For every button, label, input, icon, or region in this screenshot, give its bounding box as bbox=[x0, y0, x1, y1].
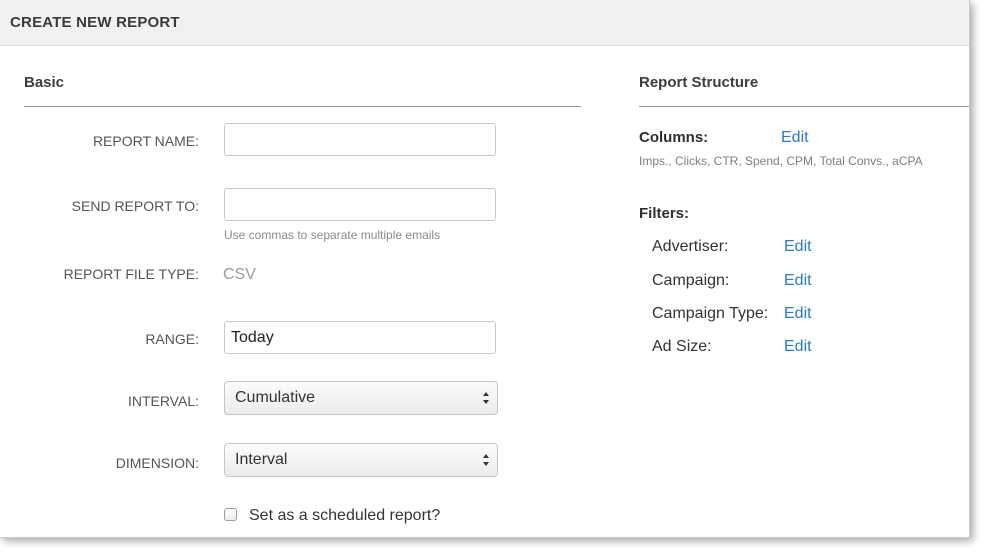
scheduled-report-label[interactable]: Set as a scheduled report? bbox=[249, 507, 440, 525]
filter-ad-size-edit-link[interactable]: Edit bbox=[784, 338, 812, 356]
send-report-to-input[interactable] bbox=[224, 188, 496, 221]
interval-select[interactable]: Cumulative bbox=[224, 381, 498, 415]
send-report-to-hint: Use commas to separate multiple emails bbox=[224, 228, 441, 242]
columns-edit-link[interactable]: Edit bbox=[781, 129, 809, 147]
filter-advertiser-edit-link[interactable]: Edit bbox=[784, 238, 812, 256]
create-report-panel: CREATE NEW REPORT Basic REPORT NAME: SEN… bbox=[0, 0, 970, 538]
report-structure-divider bbox=[639, 106, 969, 107]
select-arrows-icon bbox=[483, 392, 489, 404]
columns-list: Imps., Clicks, CTR, Spend, CPM, Total Co… bbox=[639, 154, 923, 168]
filter-campaign-type-edit-link[interactable]: Edit bbox=[784, 305, 812, 323]
report-file-type-value: CSV bbox=[223, 266, 256, 283]
range-input[interactable] bbox=[224, 321, 496, 354]
report-name-label: REPORT NAME: bbox=[92, 133, 199, 149]
select-arrows-icon bbox=[483, 454, 489, 466]
report-file-type-label: REPORT FILE TYPE: bbox=[63, 266, 199, 282]
interval-selected-value: Cumulative bbox=[235, 389, 316, 406]
filter-advertiser-label: Advertiser: bbox=[652, 238, 729, 255]
basic-divider bbox=[24, 106, 581, 107]
dimension-select[interactable]: Interval bbox=[224, 443, 498, 477]
panel-header: CREATE NEW REPORT bbox=[0, 0, 969, 46]
filter-campaign-label: Campaign: bbox=[652, 272, 730, 289]
report-name-input[interactable] bbox=[224, 123, 496, 156]
basic-section-title: Basic bbox=[24, 74, 65, 91]
filter-ad-size-label: Ad Size: bbox=[652, 338, 712, 355]
scheduled-report-checkbox[interactable] bbox=[224, 508, 237, 521]
filters-label: Filters: bbox=[639, 205, 690, 222]
dimension-label: DIMENSION: bbox=[115, 455, 199, 471]
report-structure-title: Report Structure bbox=[639, 74, 759, 91]
panel-title: CREATE NEW REPORT bbox=[10, 14, 180, 31]
send-report-to-label: SEND REPORT TO: bbox=[71, 198, 199, 214]
filter-campaign-type-label: Campaign Type: bbox=[652, 305, 769, 322]
columns-label: Columns: bbox=[639, 129, 709, 146]
filter-campaign-edit-link[interactable]: Edit bbox=[784, 272, 812, 290]
interval-label: INTERVAL: bbox=[127, 393, 199, 409]
dimension-selected-value: Interval bbox=[235, 451, 288, 468]
range-label: RANGE: bbox=[145, 331, 199, 347]
